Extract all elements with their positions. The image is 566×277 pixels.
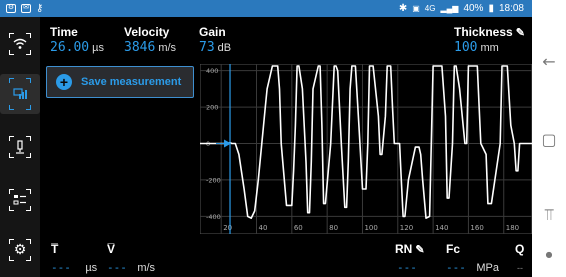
fc-value-row: --- MPa (446, 258, 499, 276)
gain-value: 73 (199, 40, 215, 55)
status-bar: ⚙ ✉ ⚷ ✱ ▣ 4G ▂▄▆ 40% ▮ 18:08 (0, 0, 532, 17)
clock: 18:08 (498, 3, 524, 14)
fc-field[interactable]: Fc (446, 242, 460, 256)
switch-icon[interactable]: ⫪ (539, 205, 559, 225)
mean-time-unit: µs (85, 262, 98, 274)
gain-metric[interactable]: Gain 73 dB (199, 25, 231, 55)
y-tick-label: 400 (206, 67, 218, 75)
time-label: Time (50, 25, 78, 39)
network-type: 4G (424, 4, 436, 13)
x-tick-label: 20 (223, 224, 232, 232)
velocity-metric[interactable]: Velocity 3846 m/s (124, 25, 176, 55)
mean-time-field[interactable]: T̅ (51, 242, 58, 256)
key-icon: ⚷ (36, 3, 44, 14)
y-tick-label: 200 (206, 104, 218, 112)
x-tick-label: 160 (470, 224, 483, 232)
settings-list-icon (13, 195, 26, 205)
fc-label: Fc (446, 242, 461, 256)
recents-icon[interactable]: ▢ (539, 130, 559, 149)
mean-velocity-label: V̅ (107, 242, 116, 256)
q-value-row: -- (517, 258, 523, 276)
wifi-icon (13, 38, 27, 49)
sidebar-item-connection[interactable] (5, 29, 35, 59)
mean-time-value: --- (51, 261, 71, 274)
sidebar-item-ascan[interactable] (0, 74, 40, 114)
fc-unit: MPa (476, 262, 499, 274)
x-tick-label: 180 (506, 224, 519, 232)
mean-velocity-field[interactable]: V̅ (107, 242, 115, 256)
x-tick-label: 100 (364, 224, 377, 232)
mean-time-label: T̅ (51, 242, 59, 256)
save-measurement-label: Save measurement (81, 76, 182, 88)
notification-icon: ⚙ (6, 4, 16, 13)
battery-icon: ▮ (488, 3, 494, 14)
ascan-chart[interactable]: 20 40 60 80 100 120 140 160 1804002000-200-400 (200, 64, 532, 234)
rn-field[interactable]: RN ✎ (395, 242, 425, 256)
x-tick-label: 60 (294, 224, 303, 232)
battery-text: 40% (463, 3, 484, 14)
thickness-unit: mm (480, 42, 499, 54)
plus-icon: + (56, 74, 72, 90)
sidebar: ⚙ (0, 17, 40, 277)
mail-icon: ✉ (21, 4, 31, 13)
rn-value: --- (397, 261, 417, 274)
thickness-metric[interactable]: Thickness ✎ 100 mm (454, 25, 525, 55)
measurement-header: Time 26.00 µs Velocity 3846 m/s Gain 73 dB … (40, 17, 532, 62)
time-unit: µs (92, 42, 104, 54)
y-tick-label: -200 (206, 176, 221, 184)
vibrate-icon: ▣ (412, 4, 420, 13)
dot-icon[interactable]: ● (539, 250, 559, 259)
fc-value: --- (446, 261, 466, 274)
gain-unit: dB (217, 42, 232, 54)
velocity-value: 3846 (124, 40, 156, 55)
mean-velocity-value: --- (107, 261, 127, 274)
sidebar-item-settings[interactable]: ⚙ (5, 235, 35, 265)
rn-value-row: --- (397, 258, 417, 276)
plot-frame (200, 64, 532, 234)
gain-label: Gain (199, 25, 226, 39)
time-value: 26.00 (50, 40, 90, 55)
x-tick-label: 140 (435, 224, 448, 232)
ascan-view-icon (13, 88, 27, 99)
save-measurement-button[interactable]: + Save measurement (46, 66, 194, 98)
system-nav-bar: ← ▢ ⫪ ● (532, 0, 566, 277)
velocity-label: Velocity (124, 25, 170, 39)
signal-icon: ▂▄▆ (440, 4, 459, 13)
q-label: Q (515, 242, 525, 256)
rn-label: RN (395, 242, 413, 256)
mean-velocity-value-row: --- m/s (107, 258, 155, 276)
gear-icon: ⚙ (13, 242, 27, 258)
velocity-unit: m/s (158, 42, 177, 54)
time-metric[interactable]: Time 26.00 µs (50, 25, 104, 55)
q-value: -- (517, 263, 523, 273)
x-tick-label: 40 (259, 224, 268, 232)
back-icon[interactable]: ← (539, 52, 559, 71)
y-tick-label: -400 (206, 213, 221, 221)
sidebar-item-results[interactable] (5, 185, 35, 215)
edit-pencil-icon[interactable]: ✎ (516, 26, 525, 39)
bluetooth-icon: ✱ (398, 3, 408, 14)
thickness-label: Thickness (454, 25, 513, 39)
probe-icon (16, 140, 24, 154)
x-tick-label: 80 (329, 224, 338, 232)
mean-time-value-row: --- µs (51, 258, 97, 276)
mean-velocity-unit: m/s (137, 262, 156, 274)
rn-edit-icon[interactable]: ✎ (415, 243, 424, 256)
thickness-value: 100 (454, 40, 478, 55)
sidebar-item-probe[interactable] (5, 132, 35, 162)
x-tick-label: 120 (400, 224, 413, 232)
q-field[interactable]: Q (515, 242, 524, 256)
results-footer: T̅ --- µs V̅ --- m/s RN ✎ --- Fc --- MPa … (40, 236, 532, 277)
